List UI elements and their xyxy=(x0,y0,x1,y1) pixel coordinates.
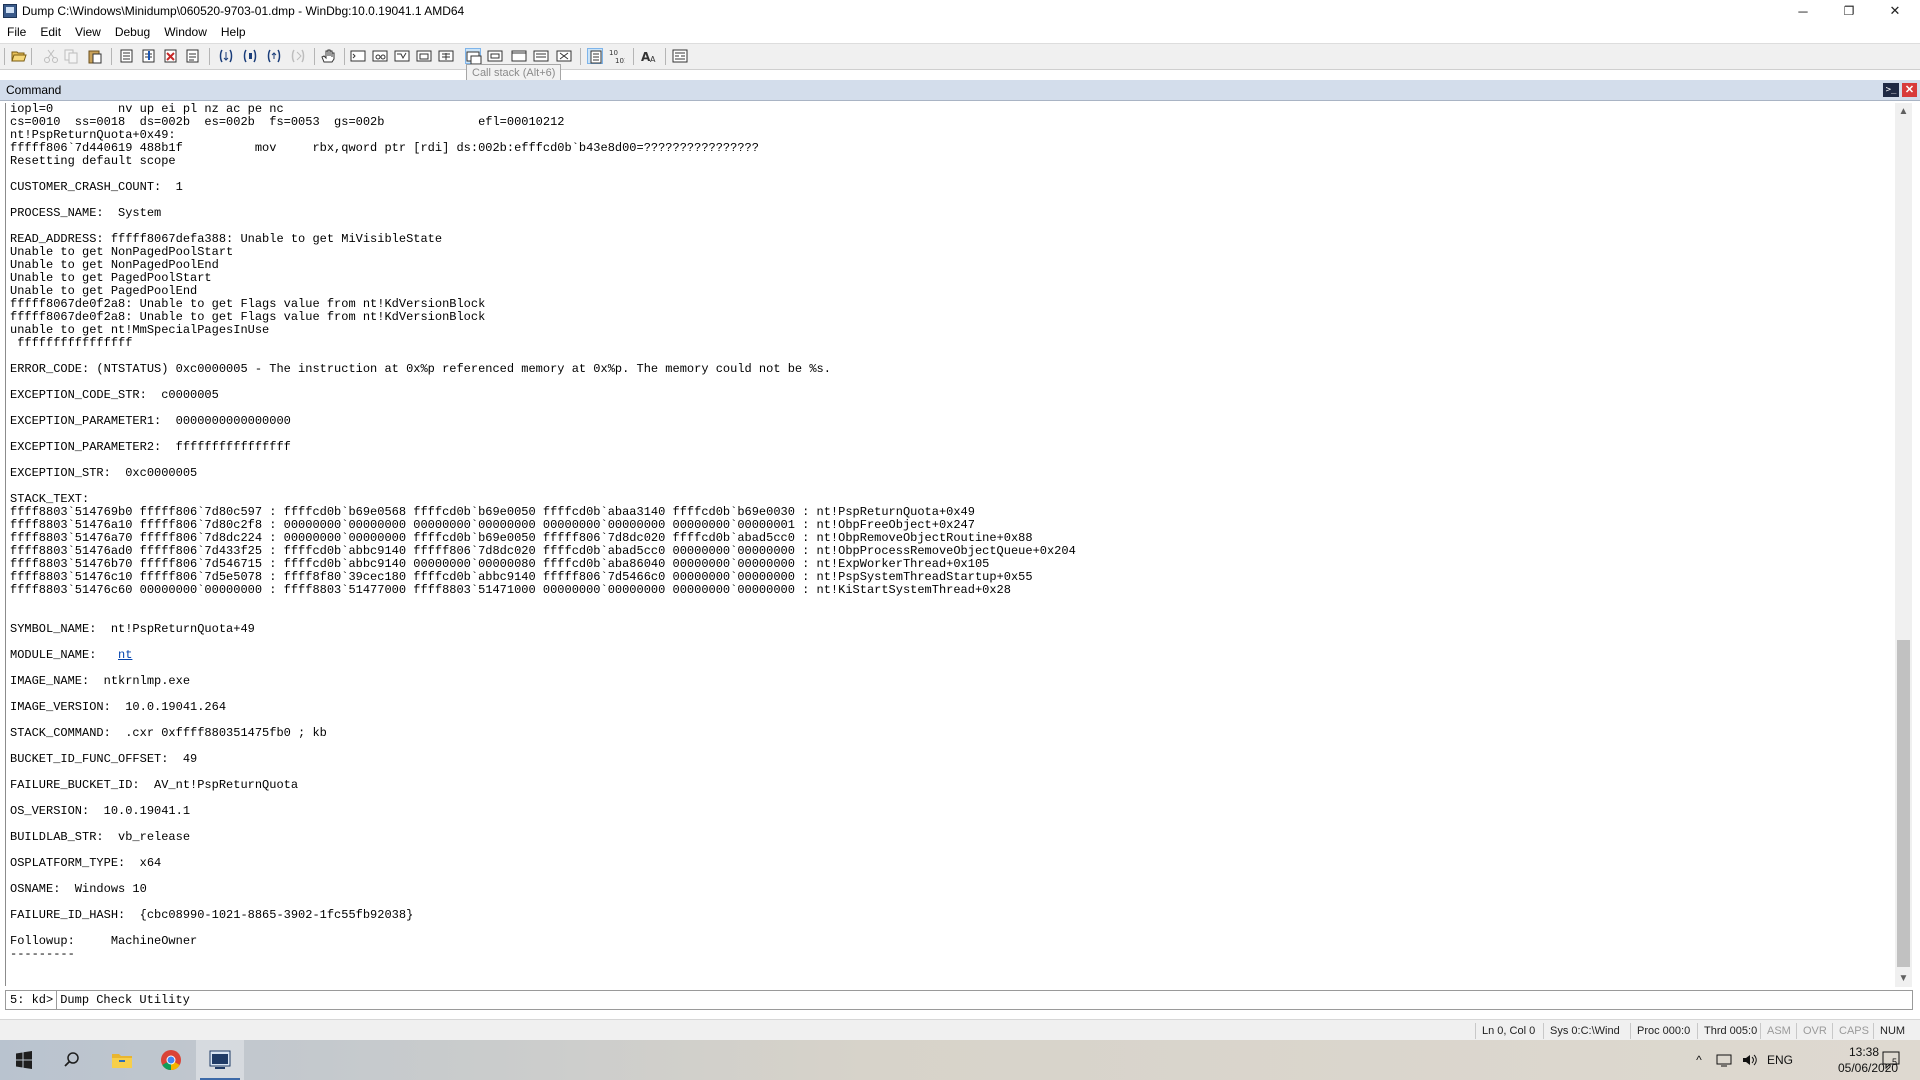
status-system: Sys 0:C:\Wind xyxy=(1543,1023,1620,1039)
command-output-text: iopl=0 nv up ei pl nz ac pe nc cs=0010 s… xyxy=(10,103,1076,961)
command-input[interactable] xyxy=(57,992,1912,1008)
notifications-icon[interactable]: 5 xyxy=(1872,1040,1912,1080)
module-name-link[interactable]: nt xyxy=(118,649,132,662)
chrome-icon[interactable] xyxy=(147,1040,195,1080)
menu-help[interactable]: Help xyxy=(214,25,253,39)
windbg-app-icon xyxy=(3,4,17,18)
minimize-button[interactable]: ─ xyxy=(1780,0,1826,22)
network-icon[interactable] xyxy=(1712,1040,1736,1080)
window-title: Dump C:\Windows\Minidump\060520-9703-01.… xyxy=(22,4,465,18)
title-bar: Dump C:\Windows\Minidump\060520-9703-01.… xyxy=(0,0,1920,22)
vertical-scrollbar[interactable]: ▲ ▼ xyxy=(1895,103,1912,987)
command-window-close-icon[interactable]: ✕ xyxy=(1902,83,1917,97)
svg-text:A: A xyxy=(650,55,656,64)
maximize-button[interactable]: ❐ xyxy=(1826,0,1872,22)
hand-icon[interactable] xyxy=(320,48,336,64)
step-into-icon[interactable] xyxy=(141,48,157,64)
copy-icon[interactable] xyxy=(63,48,79,64)
status-caps: CAPS xyxy=(1832,1023,1869,1039)
step-over-icon[interactable] xyxy=(163,48,179,64)
call-stack-icon[interactable] xyxy=(465,48,482,65)
disassembly-icon[interactable] xyxy=(487,48,503,64)
insert-breakpoint-icon[interactable] xyxy=(119,48,135,64)
status-position: Ln 0, Col 0 xyxy=(1475,1023,1535,1039)
language-indicator[interactable]: ENG xyxy=(1763,1040,1797,1080)
toolbar-grip xyxy=(4,48,5,65)
restart-icon[interactable] xyxy=(266,48,282,64)
menu-file[interactable]: File xyxy=(0,25,33,39)
font-icon[interactable]: AA xyxy=(641,48,657,64)
status-process: Proc 000:0 xyxy=(1630,1023,1690,1039)
scrollbar-thumb[interactable] xyxy=(1897,640,1910,967)
status-num: NUM xyxy=(1873,1023,1905,1039)
svg-text:10: 10 xyxy=(609,49,618,57)
command-window-header: Command >_ ✕ xyxy=(0,80,1920,101)
scroll-down-arrow-icon[interactable]: ▼ xyxy=(1895,970,1912,987)
scroll-up-arrow-icon[interactable]: ▲ xyxy=(1895,103,1912,120)
notification-count: 5 xyxy=(1892,1057,1898,1067)
menu-window[interactable]: Window xyxy=(157,25,214,39)
scratch-window-icon[interactable] xyxy=(556,48,572,64)
paste-icon[interactable] xyxy=(87,48,103,64)
step-out-icon[interactable] xyxy=(185,48,201,64)
scratch-pad-icon[interactable] xyxy=(511,48,527,64)
taskbar: ^ ENG 13:38 05/06/2020 5 xyxy=(0,1040,1920,1080)
options-icon[interactable] xyxy=(672,48,688,64)
hex-mode-icon[interactable]: 10101 xyxy=(609,48,625,64)
run-to-cursor-icon[interactable] xyxy=(218,48,234,64)
open-icon[interactable] xyxy=(11,48,27,64)
registers-window-icon[interactable] xyxy=(416,48,432,64)
volume-icon[interactable] xyxy=(1738,1040,1762,1080)
windows-start-icon[interactable] xyxy=(0,1040,48,1080)
locals-window-icon[interactable] xyxy=(394,48,410,64)
svg-text:101: 101 xyxy=(615,57,625,64)
menu-bar: File Edit View Debug Window Help xyxy=(0,22,1920,42)
status-bar: Ln 0, Col 0 Sys 0:C:\Wind Proc 000:0 Thr… xyxy=(0,1019,1920,1042)
status-ovr: OVR xyxy=(1796,1023,1827,1039)
status-asm: ASM xyxy=(1760,1023,1791,1039)
search-icon[interactable] xyxy=(48,1040,96,1080)
close-button[interactable]: ✕ xyxy=(1872,0,1918,22)
command-window-dock-icon[interactable]: >_ xyxy=(1883,83,1899,97)
memory-window-icon[interactable] xyxy=(438,48,454,64)
source-mode-icon[interactable] xyxy=(587,48,603,64)
cut-icon[interactable] xyxy=(43,48,59,64)
break-icon[interactable] xyxy=(242,48,258,64)
tray-chevron-icon[interactable]: ^ xyxy=(1688,1040,1710,1080)
status-thread: Thrd 005:0 xyxy=(1697,1023,1757,1039)
command-output[interactable]: iopl=0 nv up ei pl nz ac pe nc cs=0010 s… xyxy=(5,103,1896,986)
watch-window-icon[interactable] xyxy=(372,48,388,64)
stop-debugging-icon[interactable] xyxy=(290,48,306,64)
menu-edit[interactable]: Edit xyxy=(33,25,68,39)
menu-debug[interactable]: Debug xyxy=(108,25,157,39)
command-window-title: Command xyxy=(6,83,62,97)
file-explorer-icon[interactable] xyxy=(98,1040,146,1080)
command-window-icon[interactable] xyxy=(350,48,366,64)
command-input-row: 5: kd> xyxy=(5,990,1913,1010)
windbg-taskbar-icon[interactable] xyxy=(196,1040,244,1080)
menu-view[interactable]: View xyxy=(68,25,108,39)
kd-prompt: 5: kd> xyxy=(6,991,58,1009)
processes-threads-icon[interactable] xyxy=(533,48,549,64)
toolbar: 10101 AA xyxy=(0,43,1920,70)
